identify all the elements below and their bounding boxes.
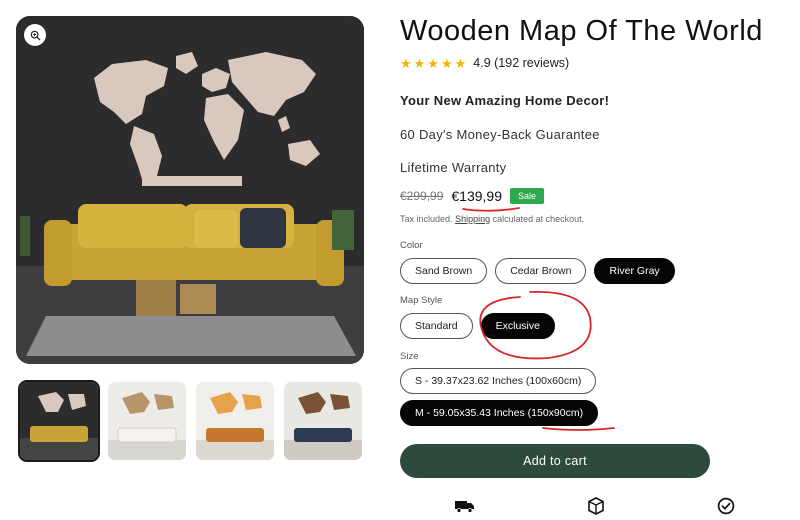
star-icon: ★ [400,55,412,71]
star-icon: ★ [440,55,453,71]
star-icon: ★ [454,55,467,71]
size-options-small: S - 39.37x23.62 Inches (100x60cm) [400,368,597,394]
color-options: Sand Brown Cedar Brown River Gray [400,258,675,284]
money-back-guarantee: 60 Day's Money-Back Guarantee [400,127,600,142]
size-s-button[interactable]: S - 39.37x23.62 Inches (100x60cm) [400,368,597,394]
size-options-medium: M - 59.05x35.43 Inches (150x90cm) [400,400,599,426]
color-river-gray-button[interactable]: River Gray [594,258,675,284]
thumbnail-living-room-navy-sofa[interactable] [282,380,364,462]
thumbnail-living-room-yellow-sofa[interactable] [18,380,100,462]
check-badge-icon [716,496,736,516]
map-style-options: Standard Exclusive [400,313,555,339]
price-row: €299,99 €139,99 Sale [400,188,545,204]
size-m-button[interactable]: M - 59.05x35.43 Inches (150x90cm) [400,400,599,426]
price-underline [462,207,520,212]
tax-note: Tax included. Shipping calculated at che… [400,214,584,224]
map-style-option-label: Map Style [400,295,443,306]
main-product-image[interactable] [16,16,364,364]
style-standard-button[interactable]: Standard [400,313,473,339]
style-exclusive-button[interactable]: Exclusive [480,313,555,339]
color-option-label: Color [400,240,423,251]
zoom-icon [30,30,41,41]
thumbnail-living-room-orange-sofa[interactable] [194,380,276,462]
tax-prefix: Tax included. [400,214,453,224]
size-option-label: Size [400,351,419,362]
star-rating: ★ ★ ★ ★ ★ [400,57,466,70]
sale-price: €139,99 [451,188,502,204]
thumbnail-living-room-white-sofa[interactable] [106,380,188,462]
add-to-cart-button[interactable]: Add to cart [400,444,710,478]
tax-suffix: calculated at checkout. [492,214,585,224]
sale-badge: Sale [510,188,545,204]
shipping-link[interactable]: Shipping [455,214,490,224]
compare-at-price: €299,99 [400,189,444,203]
product-tagline: Your New Amazing Home Decor! [400,93,610,108]
living-room-scene [16,16,364,364]
star-icon: ★ [413,55,426,71]
color-cedar-brown-button[interactable]: Cedar Brown [495,258,587,284]
rating-summary[interactable]: ★ ★ ★ ★ ★ 4.9 (192 reviews) [400,56,569,70]
lifetime-warranty: Lifetime Warranty [400,160,507,175]
zoom-button[interactable] [24,24,46,46]
size-underline [542,427,615,431]
color-sand-brown-button[interactable]: Sand Brown [400,258,488,284]
delivery-truck-icon [455,496,475,516]
package-box-icon [586,496,606,516]
product-title: Wooden Map Of The World [400,15,763,47]
thumbnail-strip [18,380,364,462]
rating-text: 4.9 (192 reviews) [473,56,570,70]
star-icon: ★ [427,55,439,71]
